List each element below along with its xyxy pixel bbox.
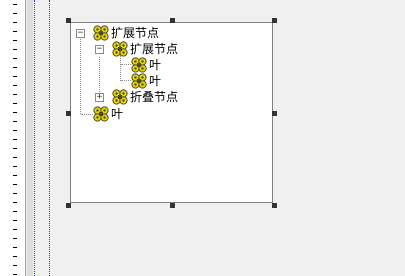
ruler-tick — [13, 229, 17, 230]
ruler-tick — [13, 193, 17, 194]
gear-cluster-icon — [131, 57, 147, 73]
tree-line — [81, 114, 93, 115]
tree-node-collapsed[interactable]: 折叠节点 — [112, 89, 178, 105]
ruler-tick — [13, 166, 17, 167]
ruler-tick — [13, 265, 17, 266]
ruler-tick — [13, 139, 17, 140]
collapse-toggle[interactable]: − — [76, 29, 85, 38]
gear-cluster-icon — [93, 25, 109, 41]
vertical-ruler — [0, 0, 26, 276]
ruler-tick — [13, 58, 17, 59]
ruler-tick — [13, 184, 17, 185]
ruler-tick — [13, 67, 17, 68]
ruler-tick — [13, 256, 17, 257]
margin-guide-inner — [49, 0, 50, 276]
ruler-tick — [13, 220, 17, 221]
ruler-tick — [13, 202, 17, 203]
ruler-tick — [13, 85, 17, 86]
gear-cluster-icon — [112, 89, 128, 105]
ruler-tick — [13, 4, 17, 5]
ruler-tick — [13, 157, 17, 158]
ruler-tick — [13, 22, 17, 23]
ruler-tick — [13, 112, 17, 113]
gear-cluster-icon — [93, 106, 109, 122]
resize-handle-top[interactable] — [170, 18, 175, 23]
gear-cluster-icon — [131, 73, 147, 89]
tree-node-label: 扩展节点 — [111, 26, 160, 40]
ruler-tick — [13, 121, 17, 122]
tree-node-label: 折叠节点 — [130, 90, 179, 104]
tree-line — [121, 80, 131, 81]
resize-handle-right[interactable] — [272, 111, 277, 116]
ruler-tick — [13, 238, 17, 239]
tree-node-leaf[interactable]: 叶 — [131, 73, 161, 89]
ruler-tick — [13, 274, 17, 275]
ruler-tick — [13, 130, 17, 131]
tree-node-label: 叶 — [149, 58, 162, 72]
resize-handle-bottom-right[interactable] — [272, 203, 277, 208]
ruler-tick — [13, 31, 17, 32]
ruler-tick — [13, 247, 17, 248]
resize-handle-left[interactable] — [66, 111, 71, 116]
expand-toggle[interactable]: + — [95, 93, 104, 102]
ruler-tick — [13, 13, 17, 14]
resize-handle-bottom-left[interactable] — [66, 203, 71, 208]
resize-handle-top-left[interactable] — [66, 18, 71, 23]
ruler-tick — [13, 103, 17, 104]
ruler-tick — [13, 49, 17, 50]
tree-line — [80, 39, 81, 114]
tree-node-label: 叶 — [149, 74, 162, 88]
ruler-tick — [13, 148, 17, 149]
tree-node-root[interactable]: 扩展节点 — [93, 25, 159, 41]
collapse-toggle[interactable]: − — [95, 45, 104, 54]
ruler-tick — [13, 76, 17, 77]
tree-node-label: 扩展节点 — [130, 42, 179, 56]
ruler-tick — [13, 94, 17, 95]
tree-view-control[interactable]: − 扩展节点 − 扩展节点 叶 叶 + 折叠节点 叶 — [70, 22, 273, 203]
tree-node-leaf[interactable]: 叶 — [131, 57, 161, 73]
tree-line — [121, 64, 131, 65]
ruler-tick — [13, 211, 17, 212]
resize-handle-top-right[interactable] — [272, 18, 277, 23]
ruler-tick — [13, 175, 17, 176]
tree-node-leaf[interactable]: 叶 — [93, 106, 123, 122]
gear-cluster-icon — [112, 41, 128, 57]
margin-guide-left — [34, 0, 35, 276]
resize-handle-bottom[interactable] — [170, 203, 175, 208]
ruler-tick — [13, 40, 17, 41]
design-surface-margin — [27, 0, 33, 276]
tree-line — [120, 55, 121, 81]
tree-node-expanded[interactable]: 扩展节点 — [112, 41, 178, 57]
tree-node-label: 叶 — [111, 107, 124, 121]
